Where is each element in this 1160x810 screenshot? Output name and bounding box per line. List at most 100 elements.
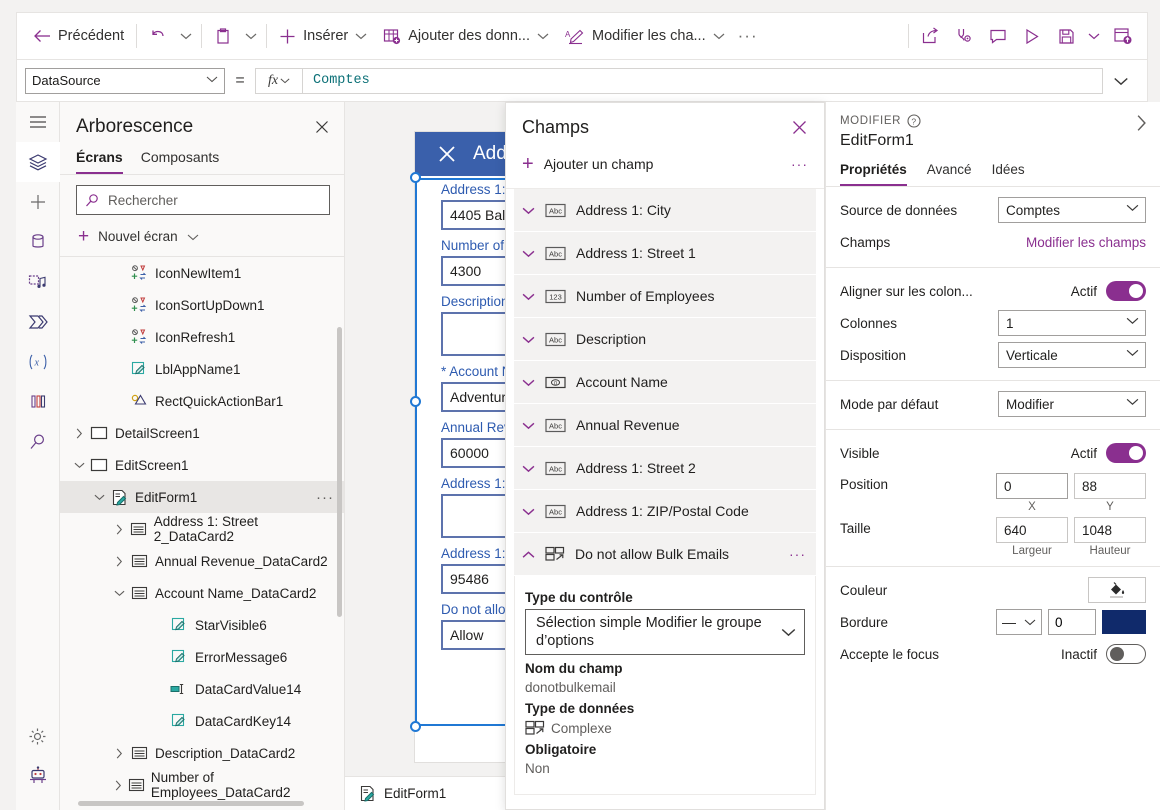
edit-fields-button[interactable]: A Modifier les cha... [557, 18, 733, 54]
chevron-right-icon[interactable] [110, 748, 128, 759]
tree-item-starvisible6[interactable]: StarVisible6 [60, 609, 344, 641]
tree-item-description-datacard2[interactable]: Description_DataCard2 [60, 737, 344, 769]
chevron-down-icon[interactable] [522, 378, 535, 387]
tree-vertical-scrollbar[interactable] [337, 327, 342, 617]
publish-icon[interactable] [1105, 19, 1139, 53]
tree-item-annual-revenue-datacard2[interactable]: Annual Revenue_DataCard2 [60, 545, 344, 577]
menu-icon[interactable] [16, 102, 60, 142]
layout-select[interactable]: Verticale [998, 342, 1146, 368]
share-icon[interactable] [913, 19, 947, 53]
chevron-right-icon[interactable] [110, 780, 126, 791]
save-icon[interactable] [1049, 19, 1083, 53]
new-screen-button[interactable]: + Nouvel écran [60, 221, 344, 257]
tree-item-datacardvalue14[interactable]: DataCardValue14 [60, 673, 344, 705]
tree-horizontal-scrollbar[interactable] [78, 801, 304, 806]
chevron-right-icon[interactable] [70, 428, 88, 439]
fx-button[interactable]: fx [255, 67, 303, 94]
position-y-input[interactable]: 88 [1074, 473, 1146, 499]
search-input[interactable]: Rechercher [76, 185, 330, 215]
focus-toggle[interactable] [1106, 644, 1146, 664]
tree-item-editscreen1[interactable]: EditScreen1 [60, 449, 344, 481]
add-field-button[interactable]: + Ajouter un champ ··· [506, 148, 824, 189]
tab-proprietes[interactable]: Propriétés [840, 162, 907, 186]
tree-item-iconsortupdown1[interactable]: IconSortUpDown1 [60, 289, 344, 321]
tree-item-number-of-employees-datacard2[interactable]: Number of Employees_DataCard2 [60, 769, 344, 801]
close-icon[interactable] [791, 119, 808, 136]
tree-item-detailscreen1[interactable]: DetailScreen1 [60, 417, 344, 449]
copilot-icon[interactable] [16, 756, 60, 796]
close-icon[interactable] [314, 119, 330, 135]
app-checker-icon[interactable] [947, 19, 981, 53]
chevron-up-icon[interactable] [522, 550, 535, 559]
size-width-input[interactable]: 640 [996, 517, 1068, 543]
data-icon[interactable] [16, 222, 60, 262]
chevron-down-icon[interactable] [522, 249, 535, 258]
chevron-down-icon[interactable] [90, 493, 108, 501]
columns-select[interactable]: 1 [998, 310, 1146, 336]
tree-item-iconnewitem1[interactable]: IconNewItem1 [60, 257, 344, 289]
chevron-down-icon[interactable] [522, 206, 535, 215]
back-button[interactable]: Précédent [25, 18, 132, 54]
field-row[interactable]: Abc Address 1: Street 1 [514, 232, 816, 274]
chevron-down-icon[interactable] [110, 589, 128, 597]
position-x-input[interactable]: 0 [996, 473, 1068, 499]
comment-icon[interactable] [981, 19, 1015, 53]
border-style-select[interactable]: — [996, 609, 1042, 635]
help-icon[interactable]: ? [907, 114, 921, 128]
chevron-right-icon[interactable] [110, 556, 128, 567]
settings-icon[interactable] [16, 716, 60, 756]
tree-item-lblappname1[interactable]: LblAppName1 [60, 353, 344, 385]
chevron-down-icon[interactable] [70, 461, 88, 469]
chevron-down-icon[interactable] [522, 421, 535, 430]
border-color-swatch[interactable] [1102, 610, 1146, 634]
preview-play-icon[interactable] [1015, 19, 1049, 53]
tree-item-errormessage6[interactable]: ErrorMessage6 [60, 641, 344, 673]
fields-list[interactable]: Abc Address 1: City Abc Address 1: Street 1… [506, 189, 824, 796]
tree-item-list[interactable]: IconNewItem1 IconSortUpDown1 IconRefresh1 L… [60, 257, 344, 810]
undo-caret[interactable] [175, 18, 197, 54]
variables-icon[interactable]: x [16, 342, 60, 382]
add-data-button[interactable]: Ajouter des donn... [375, 18, 557, 54]
tree-item-iconrefresh1[interactable]: IconRefresh1 [60, 321, 344, 353]
tree-item-overflow-button[interactable]: ··· [316, 489, 334, 506]
fill-bucket-icon[interactable] [1088, 577, 1146, 603]
tree-item-datacardkey14[interactable]: DataCardKey14 [60, 705, 344, 737]
field-row[interactable]: Abc Address 1: ZIP/Postal Code [514, 490, 816, 532]
tree-item-rectquickactionbar1[interactable]: RectQuickActionBar1 [60, 385, 344, 417]
field-row[interactable]: Abc Address 1: Street 2 [514, 447, 816, 489]
snap-columns-toggle[interactable] [1106, 281, 1146, 301]
chevron-down-icon[interactable] [522, 292, 535, 301]
close-icon[interactable] [437, 144, 457, 164]
toolbar-overflow-button[interactable]: ··· [733, 19, 763, 53]
add-field-overflow-button[interactable]: ··· [791, 156, 808, 172]
media-icon[interactable] [16, 262, 60, 302]
chevron-down-icon[interactable] [522, 335, 535, 344]
field-row[interactable]: 123 Number of Employees [514, 275, 816, 317]
tab-ecrans[interactable]: Écrans [76, 146, 123, 174]
power-automate-icon[interactable] [16, 302, 60, 342]
formula-input[interactable]: Comptes [303, 67, 1103, 94]
field-row[interactable]: 0 Account Name [514, 361, 816, 403]
chevron-right-icon[interactable] [110, 524, 127, 535]
tree-view-icon[interactable] [15, 142, 60, 182]
chevron-right-icon[interactable] [1135, 114, 1148, 132]
paste-icon[interactable] [206, 19, 240, 53]
field-row[interactable]: Abc Address 1: City [514, 189, 816, 231]
control-type-select[interactable]: Sélection simple Modifier le groupe d’op… [525, 609, 805, 656]
tree-item-address-1-street-2-datacard2[interactable]: Address 1: Street 2_DataCard2 [60, 513, 344, 545]
chevron-down-icon[interactable] [522, 464, 535, 473]
field-row[interactable]: Do not allow Bulk Emails ··· [514, 533, 816, 575]
save-caret[interactable] [1083, 18, 1105, 54]
visible-toggle[interactable] [1106, 443, 1146, 463]
field-row[interactable]: Abc Description [514, 318, 816, 360]
border-width-input[interactable]: 0 [1048, 609, 1096, 635]
field-row[interactable]: Abc Annual Revenue [514, 404, 816, 446]
size-height-input[interactable]: 1048 [1074, 517, 1146, 543]
datasource-select[interactable]: Comptes [998, 197, 1146, 223]
undo-icon[interactable] [141, 19, 175, 53]
paste-caret[interactable] [240, 18, 262, 54]
field-row-overflow-button[interactable]: ··· [789, 546, 806, 562]
app-checker-icon[interactable] [16, 382, 60, 422]
formula-bar-expand-button[interactable] [1103, 76, 1139, 86]
tab-avance[interactable]: Avancé [927, 162, 972, 186]
